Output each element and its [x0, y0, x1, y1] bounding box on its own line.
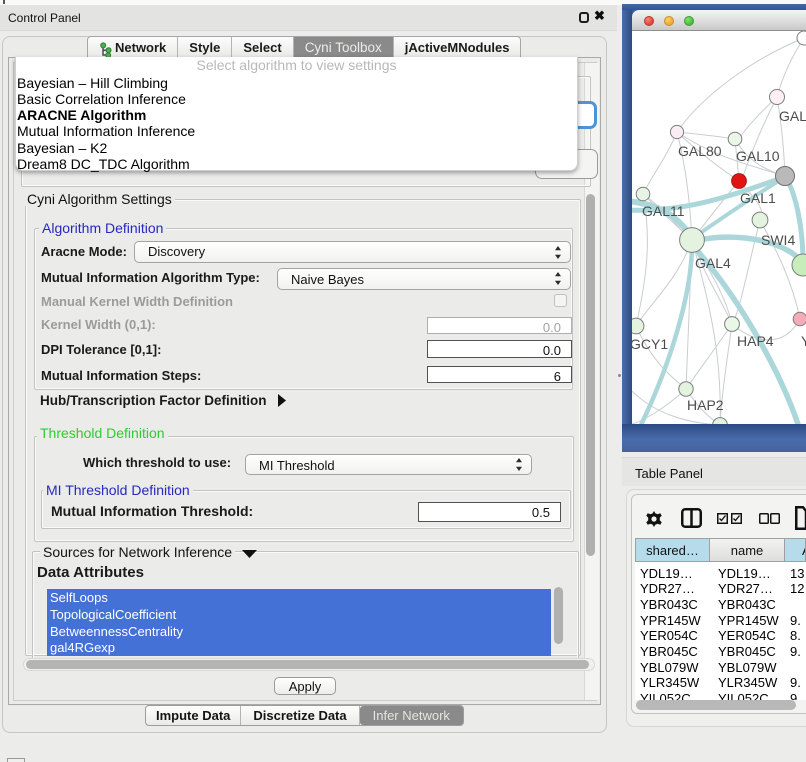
svg-text:GAL80: GAL80 — [678, 143, 722, 159]
svg-text:HAP4: HAP4 — [737, 333, 774, 349]
svg-text:GAL: GAL — [779, 108, 806, 124]
svg-text:GCY1: GCY1 — [632, 336, 668, 352]
svg-text:GAL11: GAL11 — [642, 203, 685, 219]
svg-text:Y: Y — [801, 333, 806, 349]
svg-text:SWI4: SWI4 — [761, 232, 795, 248]
svg-text:HAP2: HAP2 — [687, 397, 724, 413]
svg-text:GAL4: GAL4 — [695, 255, 731, 271]
svg-text:GAL10: GAL10 — [736, 148, 780, 164]
svg-text:GAL1: GAL1 — [740, 190, 776, 206]
